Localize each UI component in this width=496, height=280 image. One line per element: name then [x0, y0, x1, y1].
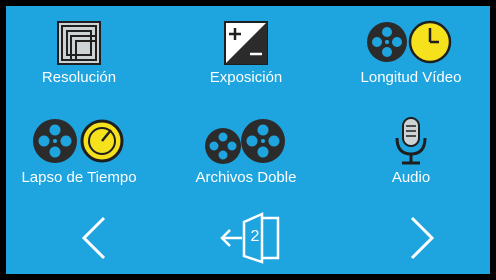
timelapse-icon [33, 119, 124, 163]
video-length-icon [367, 20, 452, 64]
menu-item-audio[interactable]: Audio [336, 116, 486, 187]
microphone-icon [395, 117, 427, 165]
chevron-left-icon[interactable] [80, 215, 108, 261]
menu-item-video-length[interactable]: Longitud Vídeo [336, 20, 486, 87]
menu-item-label: Audio [391, 169, 431, 186]
menu-item-label: Longitud Vídeo [360, 69, 462, 86]
menu-item-resolution[interactable]: Resolución [4, 20, 154, 87]
menu-item-timelapse[interactable]: Lapso de Tiempo [4, 116, 154, 187]
menu-item-dual-files[interactable]: Archivos Doble [171, 116, 321, 187]
exit-button[interactable]: 2 [220, 212, 282, 264]
menu-item-label: Exposición [209, 69, 283, 86]
menu-item-exposure[interactable]: Exposición [171, 20, 321, 87]
chevron-right-icon[interactable] [408, 215, 436, 261]
menu-item-label: Lapso de Tiempo [21, 169, 137, 186]
exit-page-number: 2 [250, 228, 260, 245]
menu-panel: Resolución Exposición Longitud Vídeo Lap… [6, 6, 490, 274]
exposure-icon [224, 21, 268, 65]
resolution-icon [57, 21, 101, 65]
dual-files-icon [205, 119, 285, 164]
menu-item-label: Resolución [41, 69, 117, 86]
menu-item-label: Archivos Doble [195, 169, 297, 186]
